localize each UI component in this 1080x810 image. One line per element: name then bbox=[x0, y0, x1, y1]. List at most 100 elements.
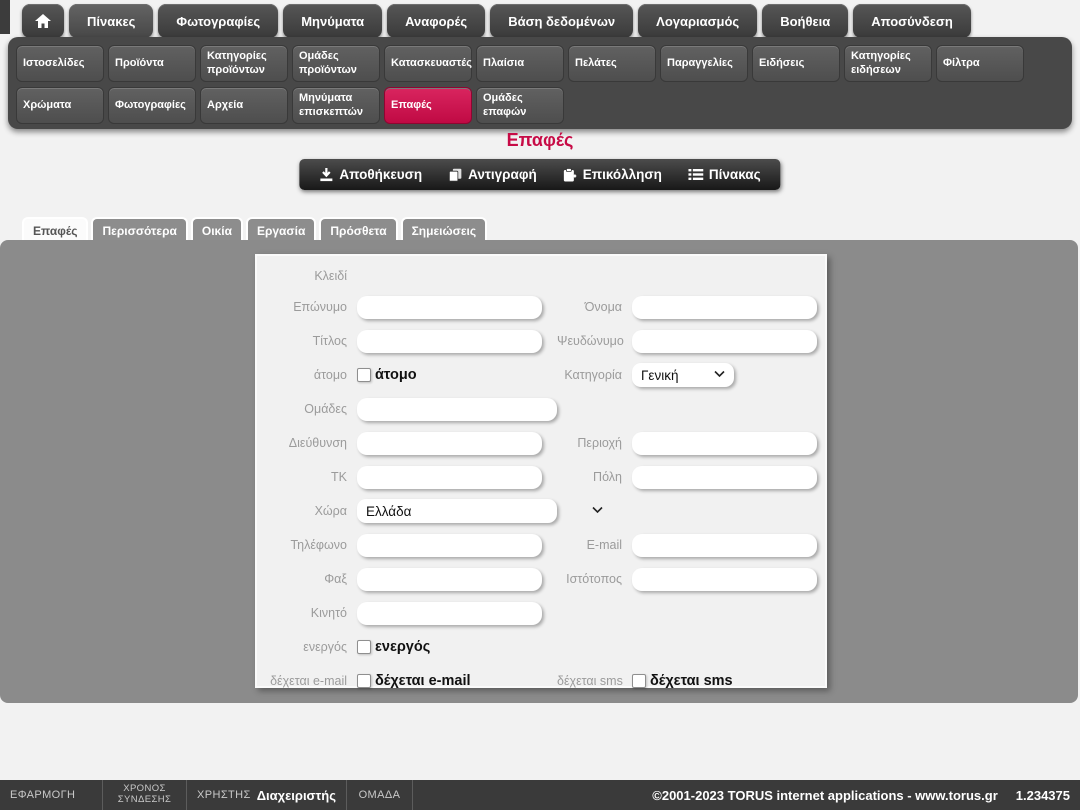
top-navigation: Πίνακες Φωτογραφίες Μηνύματα Αναφορές Βά… bbox=[22, 4, 971, 38]
form-row-mobile: Κινητό bbox=[257, 596, 825, 630]
form-tab-work[interactable]: Εργασία bbox=[246, 217, 316, 242]
field-label-firstname: Όνομα bbox=[557, 300, 622, 314]
paste-icon bbox=[563, 168, 577, 182]
nickname-input[interactable] bbox=[632, 330, 817, 353]
save-button[interactable]: Αποθήκευση bbox=[311, 163, 430, 186]
field-label-area: Περιοχή bbox=[557, 436, 622, 450]
city-input[interactable] bbox=[632, 466, 817, 489]
field-label-country: Χώρα bbox=[257, 504, 347, 518]
top-tab-tables[interactable]: Πίνακες bbox=[69, 4, 153, 38]
top-tab-help[interactable]: Βοήθεια bbox=[762, 4, 848, 38]
top-tab-database[interactable]: Βάση δεδομένων bbox=[490, 4, 633, 38]
accepts-sms-checkbox[interactable] bbox=[632, 674, 646, 688]
title-input[interactable] bbox=[357, 330, 542, 353]
form-row-groups: Ομάδες bbox=[257, 392, 825, 426]
copy-icon bbox=[448, 168, 462, 182]
mobile-input[interactable] bbox=[357, 602, 542, 625]
fax-input[interactable] bbox=[357, 568, 542, 591]
paste-button-label: Επικόλληση bbox=[583, 167, 662, 182]
form-row-country: Χώρα Ελλάδα bbox=[257, 494, 825, 528]
top-tab-reports[interactable]: Αναφορές bbox=[387, 4, 485, 38]
status-app: ΕΦΑΡΜΟΓΗ bbox=[0, 780, 103, 810]
form-row-postcode-city: ΤΚ Πόλη bbox=[257, 460, 825, 494]
top-tab-photos[interactable]: Φωτογραφίες bbox=[158, 4, 278, 38]
status-session-label: ΧΡΟΝΟΣ ΣΥΝΔΕΣΗΣ bbox=[113, 784, 176, 806]
form-tab-extra[interactable]: Πρόσθετα bbox=[319, 217, 397, 242]
nav-button-customers[interactable]: Πελάτες bbox=[568, 45, 656, 82]
form-tab-home[interactable]: Οικία bbox=[191, 217, 243, 242]
country-select[interactable]: Ελλάδα bbox=[357, 499, 557, 523]
area-input[interactable] bbox=[632, 432, 817, 455]
category-select[interactable]: Γενική bbox=[632, 363, 734, 387]
active-checkbox-label: ενεργός bbox=[375, 639, 430, 655]
status-user-label: ΧΡΗΣΤΗΣ bbox=[197, 789, 251, 801]
form-tab-more[interactable]: Περισσότερα bbox=[91, 217, 187, 242]
field-label-groups: Ομάδες bbox=[257, 402, 347, 416]
table-button[interactable]: Πίνακας bbox=[680, 163, 769, 186]
top-tab-account[interactable]: Λογαριασμός bbox=[638, 4, 757, 38]
nav-button-news-categories[interactable]: Κατηγορίες ειδήσεων bbox=[844, 45, 932, 82]
copy-button[interactable]: Αντιγραφή bbox=[440, 163, 545, 186]
field-label-lastname: Επώνυμο bbox=[257, 300, 347, 314]
postcode-input[interactable] bbox=[357, 466, 542, 489]
page-title: Επαφές bbox=[0, 130, 1080, 151]
nav-button-contacts[interactable]: Επαφές bbox=[384, 87, 472, 124]
field-label-address: Διεύθυνση bbox=[257, 436, 347, 450]
nav-button-manufacturers[interactable]: Κατασκευαστές bbox=[384, 45, 472, 82]
nav-button-photos[interactable]: Φωτογραφίες bbox=[108, 87, 196, 124]
phone-input[interactable] bbox=[357, 534, 542, 557]
form-row-address: Διεύθυνση Περιοχή bbox=[257, 426, 825, 460]
nav-button-visitor-messages[interactable]: Μηνύματα επισκεπτών bbox=[292, 87, 380, 124]
nav-button-products[interactable]: Προϊόντα bbox=[108, 45, 196, 82]
field-label-accepts-sms: δέχεται sms bbox=[557, 674, 622, 688]
field-label-accepts-email: δέχεται e-mail bbox=[257, 674, 347, 688]
address-input[interactable] bbox=[357, 432, 542, 455]
chevron-down-icon bbox=[592, 506, 603, 514]
groups-input[interactable] bbox=[357, 398, 557, 421]
nav-button-files[interactable]: Αρχεία bbox=[200, 87, 288, 124]
nav-button-colors[interactable]: Χρώματα bbox=[16, 87, 104, 124]
top-tab-logout[interactable]: Αποσύνδεση bbox=[853, 4, 971, 38]
top-tab-label: Αναφορές bbox=[405, 14, 467, 29]
nav-button-filters[interactable]: Φίλτρα bbox=[936, 45, 1024, 82]
status-session-time: ΧΡΟΝΟΣ ΣΥΝΔΕΣΗΣ bbox=[103, 780, 187, 810]
active-checkbox[interactable] bbox=[357, 640, 371, 654]
top-tab-label: Λογαριασμός bbox=[656, 14, 739, 29]
content-panel: Κλειδί Επώνυμο Όνομα Τίτλος Ψευδώνυμο άτ… bbox=[0, 240, 1078, 703]
nav-button-orders[interactable]: Παραγγελίες bbox=[660, 45, 748, 82]
nav-button-contact-groups[interactable]: Ομάδες επαφών bbox=[476, 87, 564, 124]
field-label-phone: Τηλέφωνο bbox=[257, 538, 347, 552]
top-tab-messages[interactable]: Μηνύματα bbox=[283, 4, 382, 38]
form-tab-strip: Επαφές Περισσότερα Οικία Εργασία Πρόσθετ… bbox=[22, 217, 487, 242]
nav-button-websites[interactable]: Ιστοσελίδες bbox=[16, 45, 104, 82]
top-tab-label: Μηνύματα bbox=[301, 14, 364, 29]
form-row-fax-website: Φαξ Ιστότοπος bbox=[257, 562, 825, 596]
copyright-text: ©2001-2023 TORUS internet applications -… bbox=[652, 788, 998, 803]
field-label-nickname: Ψευδώνυμο bbox=[557, 334, 622, 348]
tables-row-2: Χρώματα Φωτογραφίες Αρχεία Μηνύματα επισ… bbox=[16, 87, 1064, 124]
email-input[interactable] bbox=[632, 534, 817, 557]
copy-button-label: Αντιγραφή bbox=[468, 167, 537, 182]
firstname-input[interactable] bbox=[632, 296, 817, 319]
top-tab-label: Βάση δεδομένων bbox=[508, 14, 615, 29]
field-label-active: ενεργός bbox=[257, 640, 347, 654]
home-tab[interactable] bbox=[22, 4, 64, 38]
form-tab-notes[interactable]: Σημειώσεις bbox=[401, 217, 488, 242]
nav-button-product-categories[interactable]: Κατηγορίες προϊόντων bbox=[200, 45, 288, 82]
paste-button[interactable]: Επικόλληση bbox=[555, 163, 670, 186]
nav-button-frames[interactable]: Πλαίσια bbox=[476, 45, 564, 82]
lastname-input[interactable] bbox=[357, 296, 542, 319]
nav-button-product-groups[interactable]: Ομάδες προϊόντων bbox=[292, 45, 380, 82]
website-input[interactable] bbox=[632, 568, 817, 591]
form-row-person-category: άτομο άτομο Κατηγορία Γενική bbox=[257, 358, 825, 392]
person-checkbox[interactable] bbox=[357, 368, 371, 382]
status-spacer bbox=[413, 780, 652, 810]
form-row-phone-email: Τηλέφωνο E-mail bbox=[257, 528, 825, 562]
top-tab-label: Πίνακες bbox=[87, 14, 135, 29]
nav-button-news[interactable]: Ειδήσεις bbox=[752, 45, 840, 82]
accepts-sms-checkbox-label: δέχεται sms bbox=[650, 673, 733, 689]
accepts-email-checkbox[interactable] bbox=[357, 674, 371, 688]
field-label-category: Κατηγορία bbox=[557, 368, 622, 382]
field-label-website: Ιστότοπος bbox=[557, 572, 622, 586]
form-tab-contacts[interactable]: Επαφές bbox=[22, 217, 88, 242]
